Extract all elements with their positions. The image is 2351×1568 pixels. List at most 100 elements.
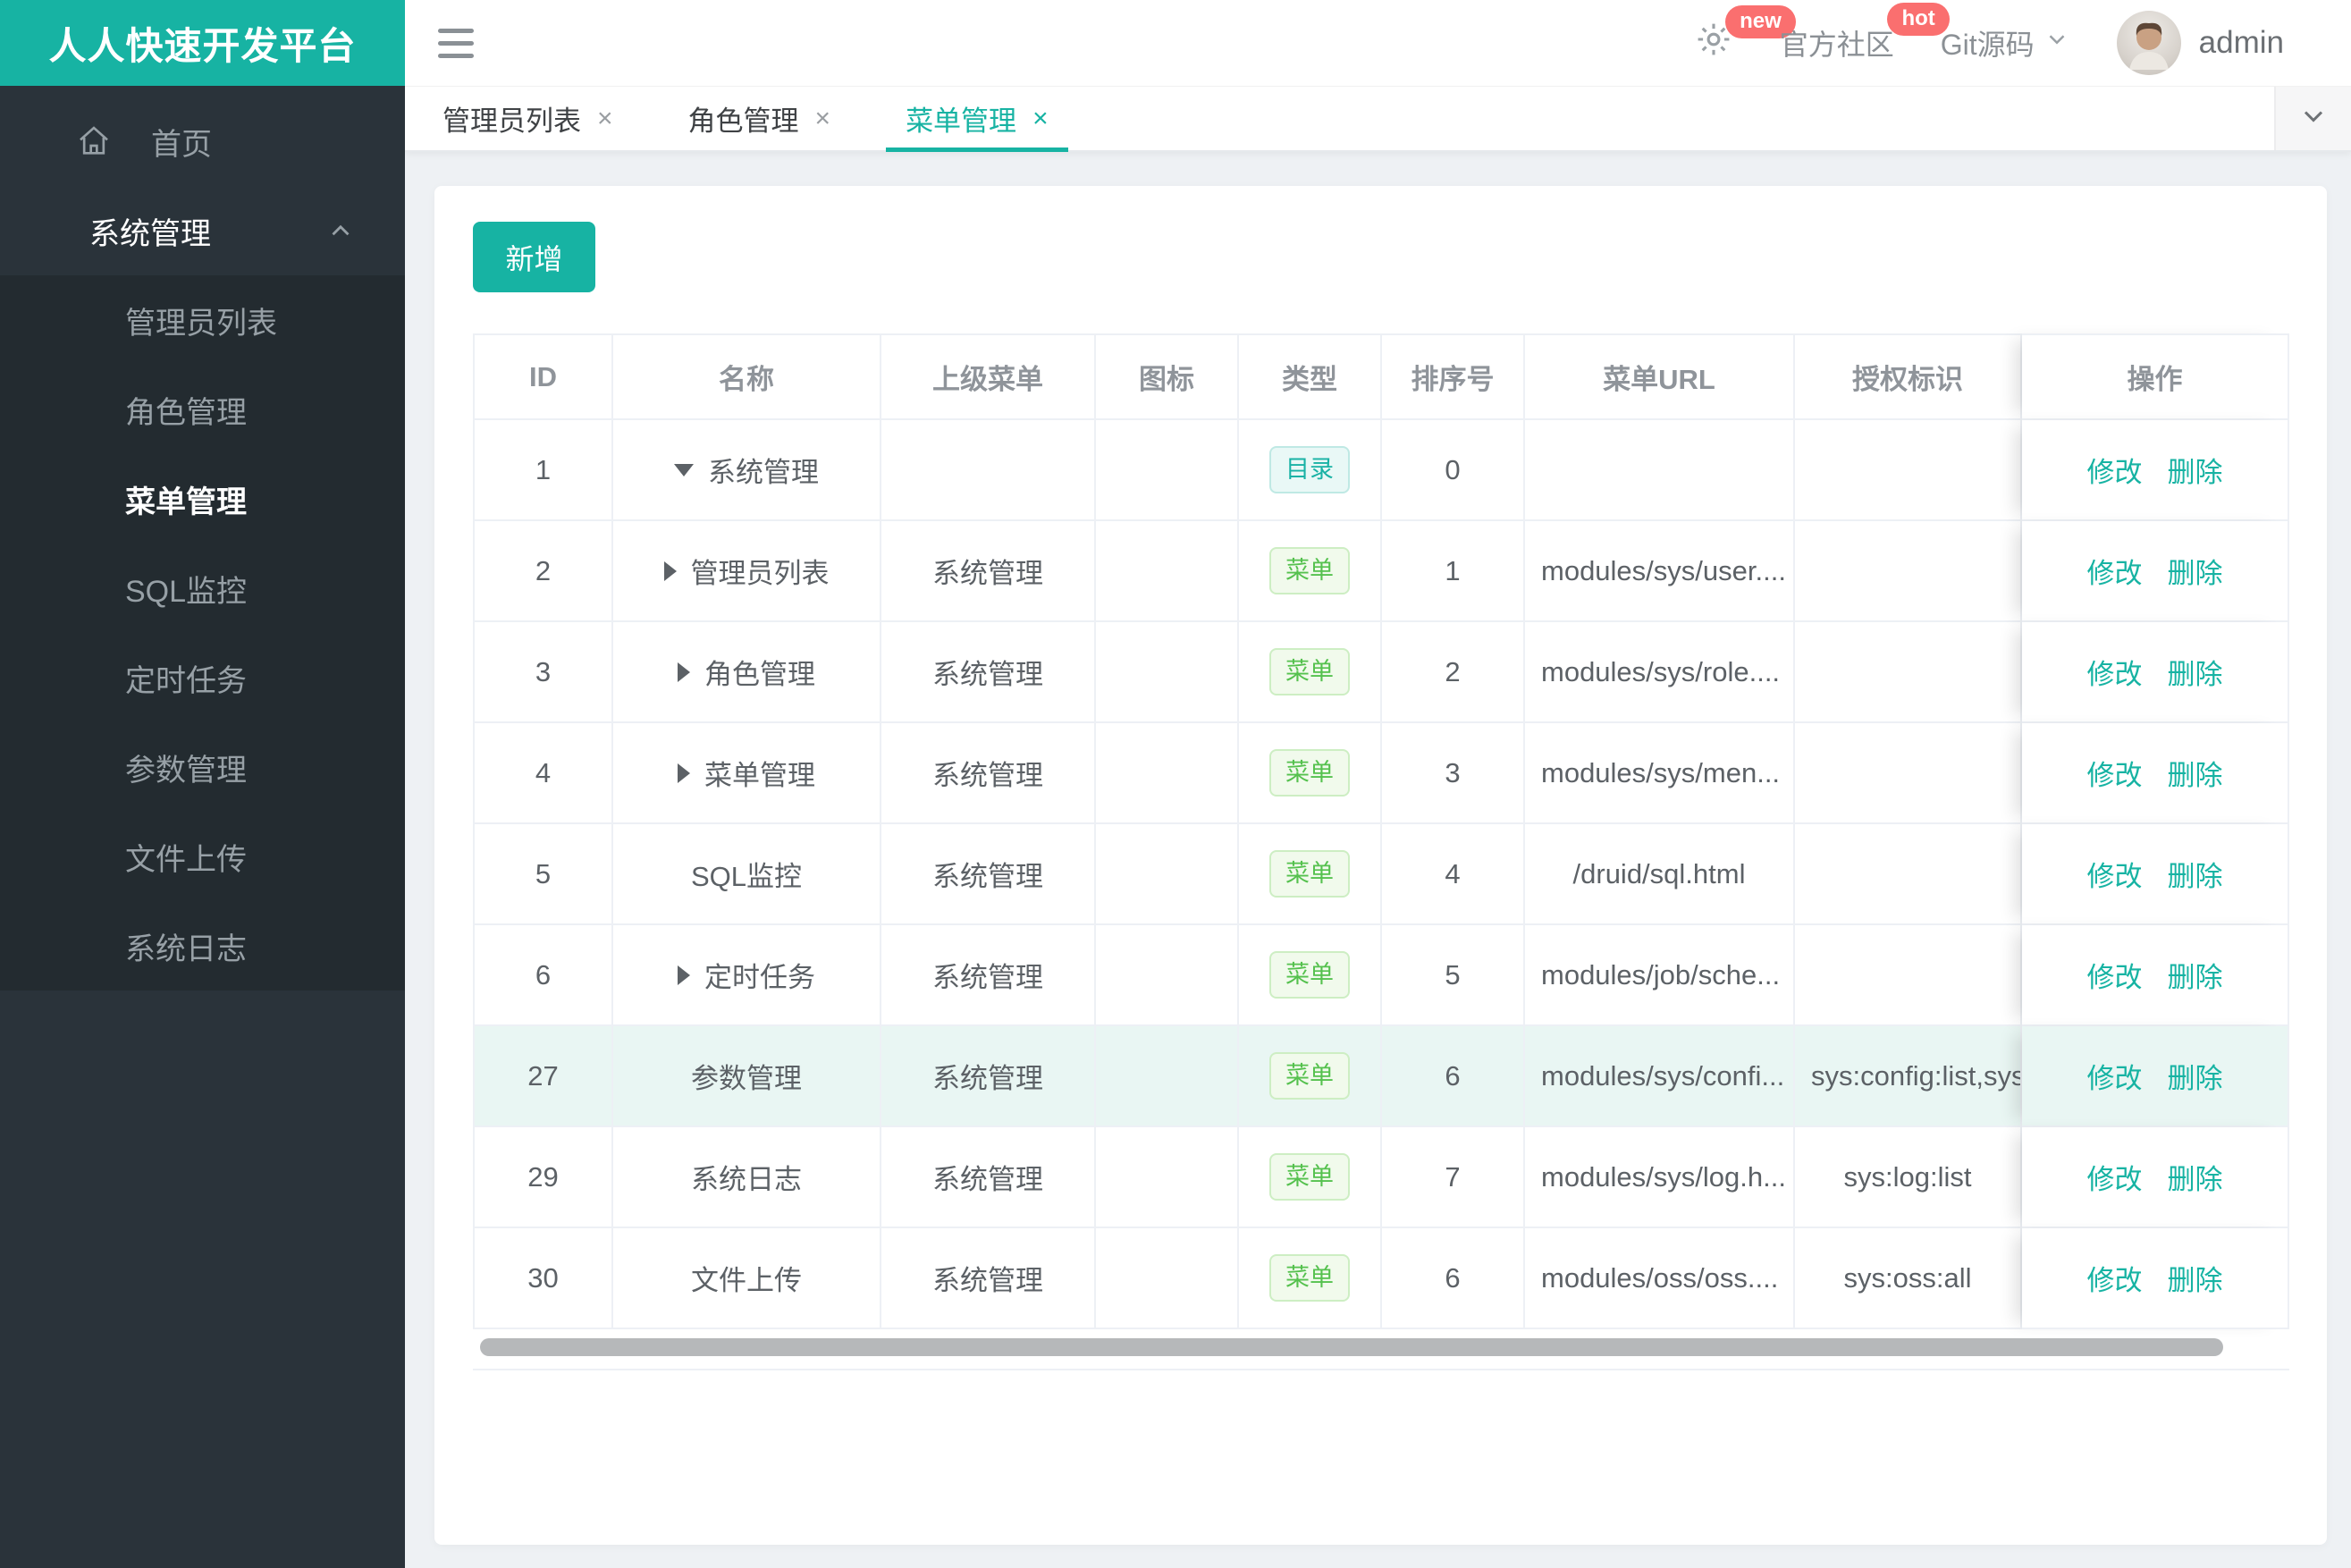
cell-id: 27 <box>473 1026 613 1127</box>
cell-actions: 修改 删除 <box>2022 521 2289 622</box>
cell-perms <box>1795 824 2022 925</box>
cell-menu-url: modules/sys/confi... <box>1525 1026 1795 1127</box>
sidebar-item[interactable]: 菜单管理 <box>0 454 405 544</box>
delete-link[interactable]: 删除 <box>2168 1164 2223 1195</box>
edit-link[interactable]: 修改 <box>2087 861 2143 892</box>
settings-button[interactable]: new <box>1694 5 1796 66</box>
edit-link[interactable]: 修改 <box>2087 1164 2143 1195</box>
tab-overflow-button[interactable] <box>2274 87 2351 150</box>
table-header-row: ID 名称 上级菜单 图标 类型 排序号 菜单URL 授权标识 操作 <box>473 333 2289 420</box>
delete-link[interactable]: 删除 <box>2168 760 2223 791</box>
hamburger-menu-icon[interactable] <box>438 28 474 58</box>
close-icon[interactable]: × <box>815 104 831 134</box>
sidebar-item[interactable]: 系统日志 <box>0 901 405 991</box>
tab[interactable]: 菜单管理 × <box>868 87 1086 152</box>
edit-link[interactable]: 修改 <box>2087 1063 2143 1094</box>
tab-bar: 管理员列表 × 角色管理 × 菜单管理 × <box>405 86 2351 152</box>
menu-name: 系统管理 <box>708 457 819 488</box>
chevron-up-icon <box>325 215 356 246</box>
edit-link[interactable]: 修改 <box>2087 659 2143 690</box>
delete-link[interactable]: 删除 <box>2168 659 2223 690</box>
cell-actions: 修改 删除 <box>2022 420 2289 521</box>
edit-link[interactable]: 修改 <box>2087 760 2143 791</box>
type-badge: 菜单 <box>1269 1153 1350 1201</box>
column-header: 名称 <box>613 333 881 420</box>
cell-menu-url <box>1525 420 1795 521</box>
delete-link[interactable]: 删除 <box>2168 1265 2223 1296</box>
sidebar-item[interactable]: 定时任务 <box>0 633 405 722</box>
edit-link[interactable]: 修改 <box>2087 1265 2143 1296</box>
menu-name: 角色管理 <box>704 659 815 690</box>
cell-name: 文件上传 <box>613 1228 881 1329</box>
cell-name: 角色管理 <box>613 622 881 723</box>
tab[interactable]: 角色管理 × <box>651 87 869 150</box>
topbar: new 官方社区 hot Git源码 admin <box>405 0 2351 86</box>
cell-menu-url: modules/oss/oss.... <box>1525 1228 1795 1329</box>
collapse-arrow-icon[interactable] <box>674 463 694 476</box>
cell-actions: 修改 删除 <box>2022 925 2289 1026</box>
add-button[interactable]: 新增 <box>473 222 595 292</box>
edit-link[interactable]: 修改 <box>2087 457 2143 488</box>
sidebar-item-label: 首页 <box>151 127 212 162</box>
cell-parent-menu: 系统管理 <box>881 925 1096 1026</box>
cell-perms <box>1795 723 2022 824</box>
sidebar-item[interactable]: SQL监控 <box>0 544 405 633</box>
avatar <box>2116 11 2181 75</box>
sidebar-menu: 首页 系统管理 管理员列表 角色管理 菜单管理 SQL监控 定时任务 参数管理 文件上传 系统… <box>0 86 405 991</box>
cell-name: 菜单管理 <box>613 723 881 824</box>
edit-link[interactable]: 修改 <box>2087 962 2143 993</box>
cell-parent-menu <box>881 420 1096 521</box>
type-badge: 菜单 <box>1269 648 1350 695</box>
horizontal-scrollbar <box>473 1338 2289 1356</box>
cell-order: 2 <box>1382 622 1525 723</box>
expand-arrow-icon[interactable] <box>678 763 690 783</box>
expand-arrow-icon[interactable] <box>663 561 677 581</box>
sidebar-item-home[interactable]: 首页 <box>0 97 405 186</box>
expand-arrow-icon[interactable] <box>678 965 690 985</box>
delete-link[interactable]: 删除 <box>2168 962 2223 993</box>
cell-actions: 修改 删除 <box>2022 1127 2289 1228</box>
cell-name: SQL监控 <box>613 824 881 925</box>
table-row: 1 系统管理 目录 0 修改 删除 <box>473 420 2289 521</box>
delete-link[interactable]: 删除 <box>2168 457 2223 488</box>
close-icon[interactable]: × <box>1032 104 1049 134</box>
close-icon[interactable]: × <box>597 104 613 134</box>
sidebar-item-system-group[interactable]: 系统管理 <box>0 186 405 275</box>
menu-name: 定时任务 <box>704 962 815 993</box>
table-row: 27 参数管理 系统管理 菜单 6 modules/sys/confi... sys:con… <box>473 1026 2289 1127</box>
scrollbar-thumb[interactable] <box>480 1338 2223 1356</box>
cell-order: 0 <box>1382 420 1525 521</box>
sidebar-item[interactable]: 文件上传 <box>0 812 405 901</box>
delete-link[interactable]: 删除 <box>2168 861 2223 892</box>
cell-name: 参数管理 <box>613 1026 881 1127</box>
expand-arrow-icon[interactable] <box>678 662 690 682</box>
edit-link[interactable]: 修改 <box>2087 558 2143 589</box>
cell-menu-url: modules/sys/men... <box>1525 723 1795 824</box>
column-header: 排序号 <box>1382 333 1525 420</box>
cell-menu-url: modules/sys/user.... <box>1525 521 1795 622</box>
delete-link[interactable]: 删除 <box>2168 558 2223 589</box>
cell-icon <box>1096 723 1239 824</box>
column-header: 操作 <box>2022 333 2289 420</box>
column-header: 类型 <box>1239 333 1382 420</box>
delete-link[interactable]: 删除 <box>2168 1063 2223 1094</box>
table-row: 4 菜单管理 系统管理 菜单 3 modules/sys/men... 修改 删除 <box>473 723 2289 824</box>
menu-name: 管理员列表 <box>690 558 830 589</box>
cell-parent-menu: 系统管理 <box>881 723 1096 824</box>
type-badge: 菜单 <box>1269 1254 1350 1302</box>
user-menu[interactable]: admin <box>2116 11 2284 75</box>
sidebar-item[interactable]: 管理员列表 <box>0 275 405 365</box>
git-source-link[interactable]: Git源码 <box>1941 22 2070 63</box>
chevron-down-icon <box>2297 100 2330 137</box>
menu-management-panel: 新增 ID 名称 上级菜单 图标 类型 排序号 菜单URL 授权标识 操作 1 系统管理 目录 0 修改… <box>434 186 2327 1545</box>
sidebar-item[interactable]: 角色管理 <box>0 365 405 454</box>
community-link[interactable]: 官方社区 hot <box>1780 3 1950 63</box>
cell-id: 2 <box>473 521 613 622</box>
cell-type: 目录 <box>1239 420 1382 521</box>
tab[interactable]: 管理员列表 × <box>405 87 651 150</box>
cell-actions: 修改 删除 <box>2022 824 2289 925</box>
type-badge: 菜单 <box>1269 1052 1350 1100</box>
cell-menu-url: modules/sys/role.... <box>1525 622 1795 723</box>
sidebar-item[interactable]: 参数管理 <box>0 722 405 812</box>
cell-type: 菜单 <box>1239 824 1382 925</box>
